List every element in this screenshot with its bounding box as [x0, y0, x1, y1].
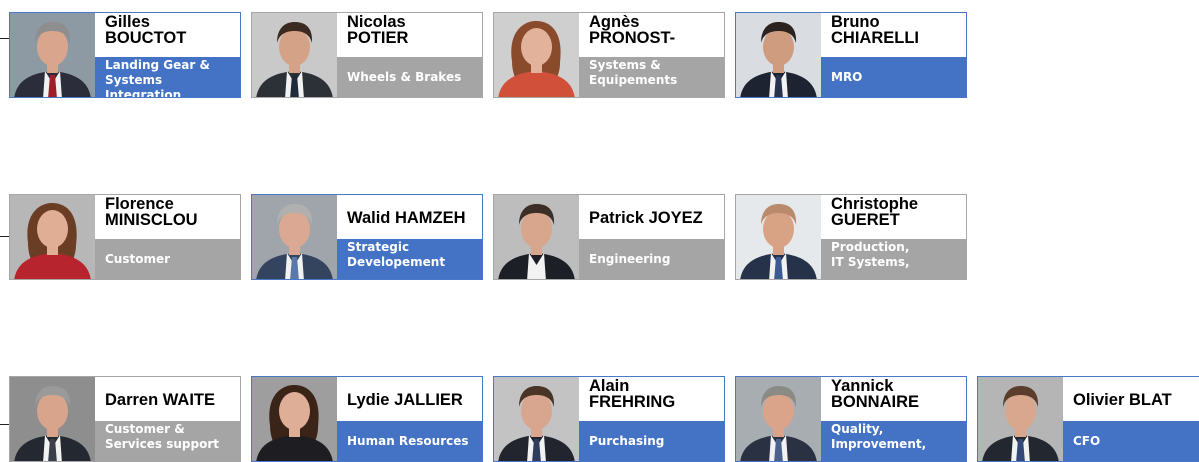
person-name: Lydie JALLIER	[337, 377, 482, 421]
person-card: Christophe GUERET Production, IT Systems,	[735, 194, 967, 280]
person-name: Gilles BOUCTOT	[95, 13, 240, 57]
person-card: Bruno CHIARELLI MRO	[735, 12, 967, 98]
portrait-photo	[252, 13, 337, 97]
person-card: Alain FREHRING Purchasing	[493, 376, 725, 462]
portrait-photo	[10, 195, 95, 279]
person-role: Strategic Developement	[337, 239, 482, 279]
person-card: Gilles BOUCTOT Landing Gear & Systems Int…	[9, 12, 241, 98]
person-role: Customer	[95, 239, 240, 279]
portrait-photo	[252, 195, 337, 279]
portrait-photo	[494, 13, 579, 97]
portrait-photo	[494, 195, 579, 279]
person-name: Nicolas POTIER	[337, 13, 482, 57]
person-name: Darren WAITE	[95, 377, 240, 421]
person-name: Bruno CHIARELLI	[821, 13, 966, 57]
person-name: Agnès PRONOST-	[579, 13, 724, 57]
portrait-photo	[736, 195, 821, 279]
person-card: Agnès PRONOST- Systems & Equipements	[493, 12, 725, 98]
person-card: Lydie JALLIER Human Resources	[251, 376, 483, 462]
portrait-photo	[494, 377, 579, 461]
person-role: CFO	[1063, 421, 1199, 461]
portrait-photo	[252, 377, 337, 461]
person-role: Quality, Improvement,	[821, 421, 966, 461]
person-name: Olivier BLAT	[1063, 377, 1199, 421]
person-role: Systems & Equipements	[579, 57, 724, 97]
person-name: Yannick BONNAIRE	[821, 377, 966, 421]
person-role: MRO	[821, 57, 966, 97]
person-role: Purchasing	[579, 421, 724, 461]
person-name: Christophe GUERET	[821, 195, 966, 239]
person-role: Landing Gear & Systems Integration	[95, 57, 240, 97]
person-role: Wheels & Brakes	[337, 57, 482, 97]
portrait-photo	[10, 13, 95, 97]
portrait-photo	[736, 377, 821, 461]
person-role: Production, IT Systems,	[821, 239, 966, 279]
person-card: Florence MINISCLOU Customer	[9, 194, 241, 280]
portrait-photo	[10, 377, 95, 461]
person-name: Walid HAMZEH	[337, 195, 482, 239]
portrait-photo	[736, 13, 821, 97]
person-card: Darren WAITE Customer & Services support	[9, 376, 241, 462]
person-name: Florence MINISCLOU	[95, 195, 240, 239]
person-card: Patrick JOYEZ Engineering	[493, 194, 725, 280]
person-card: Walid HAMZEH Strategic Developement	[251, 194, 483, 280]
person-role: Customer & Services support	[95, 421, 240, 461]
person-card: Olivier BLAT CFO	[977, 376, 1199, 462]
portrait-photo	[978, 377, 1063, 461]
person-card: Nicolas POTIER Wheels & Brakes	[251, 12, 483, 98]
person-card: Yannick BONNAIRE Quality, Improvement,	[735, 376, 967, 462]
person-name: Alain FREHRING	[579, 377, 724, 421]
person-name: Patrick JOYEZ	[579, 195, 724, 239]
person-role: Engineering	[579, 239, 724, 279]
person-role: Human Resources	[337, 421, 482, 461]
